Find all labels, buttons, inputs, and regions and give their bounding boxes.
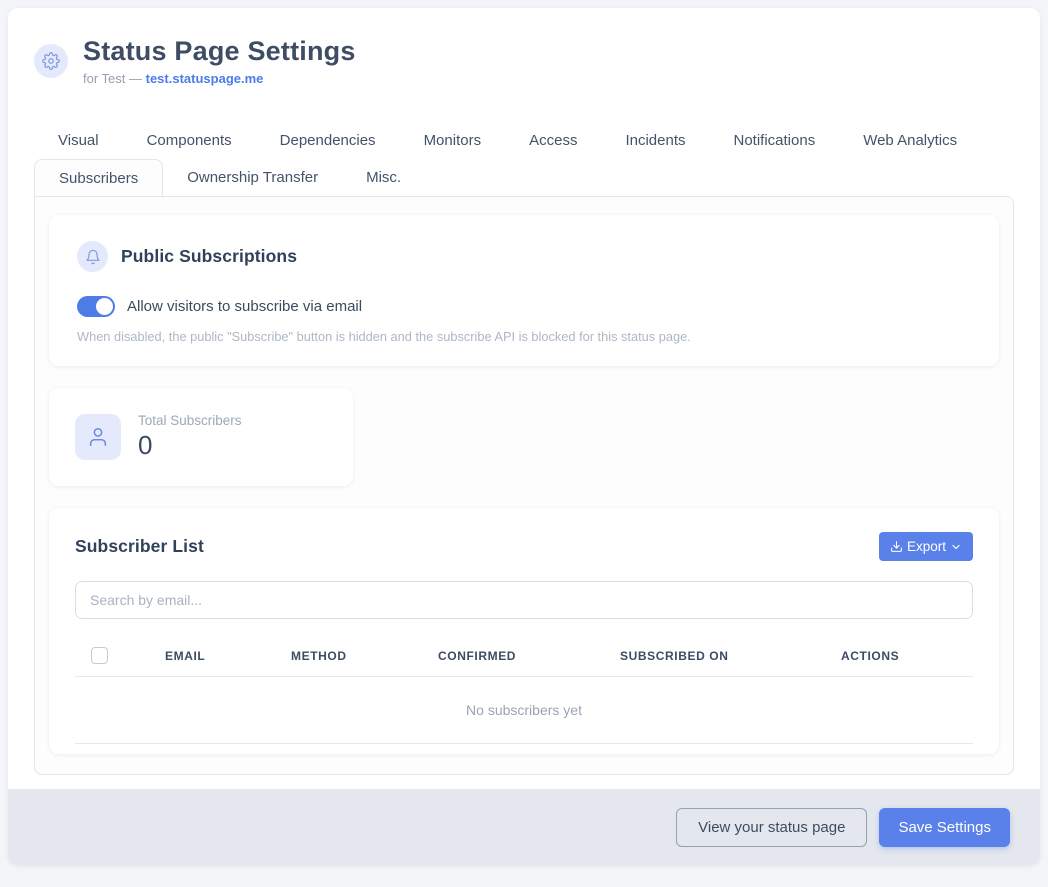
tab-visual[interactable]: Visual: [34, 122, 123, 159]
page-header: Status Page Settings for Test — test.sta…: [34, 36, 1014, 86]
total-subscribers-label: Total Subscribers: [138, 413, 242, 428]
select-all-cell: [75, 647, 165, 664]
column-email: EMAIL: [165, 649, 291, 663]
tab-misc[interactable]: Misc.: [342, 159, 425, 196]
chevron-down-icon: [950, 541, 962, 553]
subscribe-toggle-row: Allow visitors to subscribe via email: [77, 296, 971, 317]
subscriber-list-heading: Subscriber List: [75, 536, 204, 557]
tab-subscribers[interactable]: Subscribers: [34, 159, 163, 196]
tab-ownership-transfer[interactable]: Ownership Transfer: [163, 159, 342, 196]
select-all-checkbox[interactable]: [91, 647, 108, 664]
total-subscribers-value: 0: [138, 430, 242, 461]
total-subscribers-card: Total Subscribers 0: [49, 388, 353, 486]
subtitle-prefix: for Test —: [83, 71, 146, 86]
page-title: Status Page Settings: [83, 36, 356, 67]
tab-dependencies[interactable]: Dependencies: [256, 122, 400, 159]
public-subscriptions-heading-row: Public Subscriptions: [77, 241, 971, 272]
tab-incidents[interactable]: Incidents: [601, 122, 709, 159]
subscribe-toggle-label: Allow visitors to subscribe via email: [127, 298, 362, 315]
public-subscriptions-card: Public Subscriptions Allow visitors to s…: [49, 215, 999, 366]
tab-web-analytics[interactable]: Web Analytics: [839, 122, 981, 159]
gear-icon: [34, 44, 68, 78]
tab-row-2: Subscribers Ownership Transfer Misc.: [34, 159, 1014, 196]
tab-notifications[interactable]: Notifications: [710, 122, 840, 159]
search-input[interactable]: [75, 581, 973, 619]
tab-row-1: Visual Components Dependencies Monitors …: [34, 122, 1014, 159]
status-page-link[interactable]: test.statuspage.me: [146, 71, 264, 86]
settings-tabs: Visual Components Dependencies Monitors …: [34, 122, 1014, 775]
subscribe-toggle[interactable]: [77, 296, 115, 317]
column-actions: ACTIONS: [841, 649, 973, 663]
tab-components[interactable]: Components: [123, 122, 256, 159]
column-subscribed-on: SUBSCRIBED ON: [620, 649, 841, 663]
subscribe-helper-text: When disabled, the public "Subscribe" bu…: [77, 329, 971, 344]
person-icon: [75, 414, 121, 460]
column-confirmed: CONFIRMED: [438, 649, 620, 663]
column-method: METHOD: [291, 649, 438, 663]
status-page-settings-card: Status Page Settings for Test — test.sta…: [8, 8, 1040, 865]
tab-monitors[interactable]: Monitors: [400, 122, 506, 159]
export-button[interactable]: Export: [879, 532, 973, 561]
page-header-text: Status Page Settings for Test — test.sta…: [83, 36, 356, 86]
save-settings-button[interactable]: Save Settings: [879, 808, 1010, 847]
card-footer: View your status page Save Settings: [8, 789, 1040, 865]
empty-state-message: No subscribers yet: [75, 677, 973, 744]
subscriber-table-header: EMAIL METHOD CONFIRMED SUBSCRIBED ON ACT…: [75, 635, 973, 677]
view-status-page-button[interactable]: View your status page: [676, 808, 867, 847]
download-icon: [890, 540, 903, 553]
bell-icon: [77, 241, 108, 272]
page-subtitle: for Test — test.statuspage.me: [83, 71, 356, 86]
subscriber-list-head: Subscriber List Export: [75, 532, 973, 561]
card-body: Status Page Settings for Test — test.sta…: [8, 8, 1040, 789]
toggle-knob: [96, 298, 113, 315]
public-subscriptions-heading: Public Subscriptions: [121, 246, 297, 267]
total-subscribers-text: Total Subscribers 0: [138, 413, 242, 461]
tab-access[interactable]: Access: [505, 122, 601, 159]
subscribers-panel: Public Subscriptions Allow visitors to s…: [34, 196, 1014, 775]
subscriber-list-card: Subscriber List Export: [49, 508, 999, 754]
export-button-label: Export: [907, 539, 946, 554]
